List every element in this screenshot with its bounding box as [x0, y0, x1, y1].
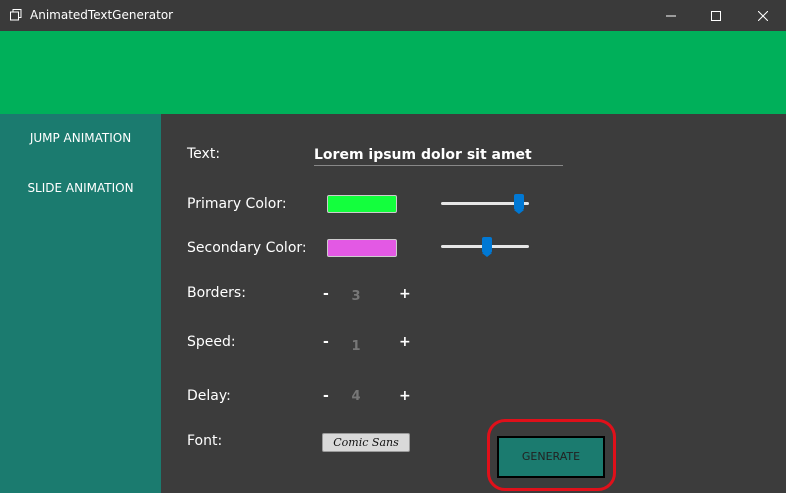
borders-decrement-button[interactable]: - [323, 286, 329, 302]
secondary-color-swatch[interactable] [327, 239, 397, 257]
generate-button[interactable]: GENERATE [497, 436, 605, 478]
sidebar-item-jump-animation[interactable]: JUMP ANIMATION [0, 131, 161, 145]
maximize-icon [711, 10, 721, 21]
app-icon [10, 9, 22, 21]
delay-decrement-button[interactable]: - [323, 388, 329, 404]
title-bar: AnimatedTextGenerator [0, 0, 786, 31]
header-banner [0, 31, 786, 114]
delay-increment-button[interactable]: + [399, 388, 411, 404]
settings-panel: Text: Lorem ipsum dolor sit amet Primary… [161, 114, 786, 493]
font-label: Font: [187, 433, 223, 449]
sidebar: JUMP ANIMATION SLIDE ANIMATION [0, 114, 161, 493]
font-select-button[interactable]: Comic Sans [322, 433, 410, 452]
speed-label: Speed: [187, 334, 236, 350]
slider-thumb[interactable] [482, 237, 493, 257]
borders-increment-button[interactable]: + [399, 286, 411, 302]
speed-value[interactable]: 1 [346, 339, 366, 354]
secondary-color-label: Secondary Color: [187, 240, 307, 256]
minimize-button[interactable] [648, 0, 694, 31]
text-label: Text: [187, 146, 221, 162]
close-button[interactable] [740, 0, 786, 31]
sidebar-item-slide-animation[interactable]: SLIDE ANIMATION [0, 181, 161, 195]
borders-value[interactable]: 3 [346, 289, 366, 304]
close-icon [758, 10, 768, 21]
primary-color-label: Primary Color: [187, 196, 287, 212]
speed-increment-button[interactable]: + [399, 334, 411, 350]
secondary-color-slider[interactable] [441, 237, 529, 257]
delay-value[interactable]: 4 [346, 389, 366, 404]
primary-color-slider[interactable] [441, 194, 529, 214]
borders-label: Borders: [187, 285, 246, 301]
text-input[interactable]: Lorem ipsum dolor sit amet [314, 147, 563, 166]
minimize-icon [666, 15, 676, 16]
primary-color-swatch[interactable] [327, 195, 397, 213]
maximize-button[interactable] [693, 0, 739, 31]
window-title: AnimatedTextGenerator [30, 8, 174, 22]
slider-thumb[interactable] [513, 194, 524, 214]
speed-decrement-button[interactable]: - [323, 334, 329, 350]
delay-label: Delay: [187, 388, 231, 404]
